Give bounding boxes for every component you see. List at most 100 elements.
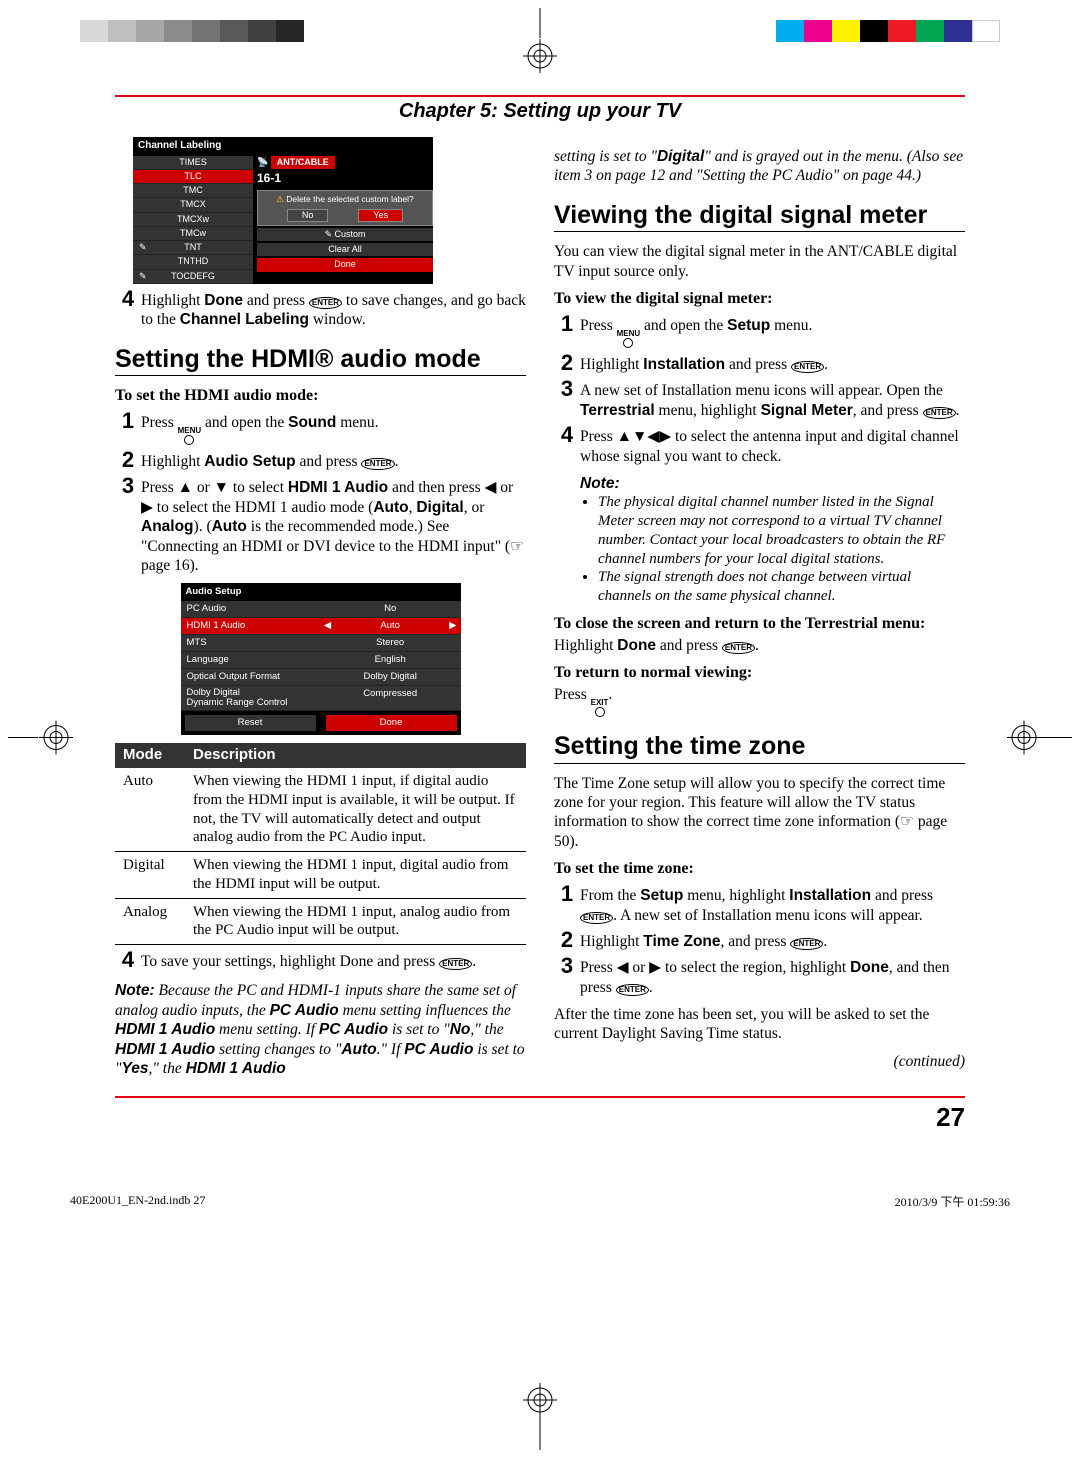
row-value: Dolby Digital xyxy=(326,671,455,683)
continued-label: (continued) xyxy=(554,1052,965,1071)
table-header: Description xyxy=(185,743,526,768)
reset-button: Reset xyxy=(185,715,316,731)
step-3: 3Press ▲ or ▼ to select HDMI 1 Audio and… xyxy=(115,475,526,575)
row-label: MTS xyxy=(187,637,326,649)
subheading: To return to normal viewing: xyxy=(554,663,965,683)
audio-setup-screenshot: Audio Setup PC AudioNo HDMI 1 Audio◀Auto… xyxy=(181,583,461,735)
table-cell: Analog xyxy=(115,898,185,945)
channel-number: 16-1 xyxy=(257,171,433,186)
page-content: Chapter 5: Setting up your TV Channel La… xyxy=(115,95,965,1133)
list-item: The physical digital channel number list… xyxy=(598,493,965,568)
list-item: TIMES xyxy=(133,156,253,170)
step-1: 1Press MENU and open the Sound menu. xyxy=(115,410,526,445)
page-number: 27 xyxy=(115,1102,965,1133)
enter-icon: ENTER xyxy=(791,361,824,373)
print-footer: 40E200U1_EN-2nd.indb 27 2010/3/9 下午 01:5… xyxy=(70,1193,1010,1210)
body-text: The Time Zone setup will allow you to sp… xyxy=(554,774,965,852)
list-item: The signal strength does not change betw… xyxy=(598,568,965,606)
row-value: No xyxy=(326,603,455,615)
enter-icon: ENTER xyxy=(616,984,649,996)
note-text: Note: Because the PC and HDMI-1 inputs s… xyxy=(115,981,526,1078)
row-value: ◀Auto▶ xyxy=(326,620,455,632)
menu-icon: MENU xyxy=(617,330,641,348)
registration-mark-right xyxy=(1002,712,1072,767)
section-hdmi-audio: Setting the HDMI® audio mode xyxy=(115,346,526,377)
section-signal-meter: Viewing the digital signal meter xyxy=(554,202,965,233)
body-text: Highlight Done and press ENTER. xyxy=(554,636,965,655)
calibration-bar-right xyxy=(776,20,1000,42)
row-label: PC Audio xyxy=(187,603,326,615)
list-item: TMCw xyxy=(133,227,253,241)
column-right: setting is set to "Digital" and is graye… xyxy=(554,137,965,1078)
enter-icon: ENTER xyxy=(923,407,956,419)
step-1: 1Press MENU and open the Setup menu. xyxy=(554,313,965,348)
enter-icon: ENTER xyxy=(722,642,755,654)
step-3: 3Press ◀ or ▶ to select the region, high… xyxy=(554,955,965,997)
custom-option: ✎ Custom xyxy=(257,228,433,241)
list-item: TLC xyxy=(133,170,253,184)
note-continuation: setting is set to "Digital" and is graye… xyxy=(554,147,965,186)
row-value: English xyxy=(326,654,455,666)
footer-file: 40E200U1_EN-2nd.indb 27 xyxy=(70,1193,205,1210)
enter-icon: ENTER xyxy=(309,297,342,309)
table-cell: When viewing the HDMI 1 input, if digita… xyxy=(185,768,526,852)
enter-icon: ENTER xyxy=(439,958,472,970)
list-item: TNT xyxy=(133,241,253,255)
row-label: Dolby DigitalDynamic Range Control xyxy=(187,688,326,709)
subheading: To set the time zone: xyxy=(554,859,965,879)
footer-date: 2010/3/9 下午 01:59:36 xyxy=(895,1193,1010,1210)
channel-labeling-screenshot: Channel Labeling TIMES TLC TMC TMCX TMCX… xyxy=(133,137,433,284)
enter-icon: ENTER xyxy=(361,458,394,470)
section-time-zone: Setting the time zone xyxy=(554,733,965,764)
registration-mark-top xyxy=(515,8,565,78)
step-2: 2Highlight Time Zone, and press ENTER. xyxy=(554,929,965,951)
table-cell: Auto xyxy=(115,768,185,852)
step-4b: 4To save your settings, highlight Done a… xyxy=(115,949,526,971)
no-button: No xyxy=(287,209,329,222)
table-cell: When viewing the HDMI 1 input, analog au… xyxy=(185,898,526,945)
delete-dialog: ⚠ Delete the selected custom label? No Y… xyxy=(257,190,433,226)
done-button: Done xyxy=(326,715,457,731)
row-value: Compressed xyxy=(326,688,455,709)
ss-title: Audio Setup xyxy=(181,583,461,601)
table-cell: Digital xyxy=(115,852,185,899)
subheading: To close the screen and return to the Te… xyxy=(554,614,965,634)
body-text: You can view the digital signal meter in… xyxy=(554,242,965,281)
exit-icon: EXIT xyxy=(591,699,609,717)
subheading: To view the digital signal meter: xyxy=(554,289,965,309)
mode-table: ModeDescription AutoWhen viewing the HDM… xyxy=(115,743,526,945)
list-item: TMCX xyxy=(133,198,253,212)
registration-mark-bottom xyxy=(515,1380,565,1450)
step-2: 2Highlight Installation and press ENTER. xyxy=(554,352,965,374)
registration-mark-left xyxy=(8,712,78,767)
calibration-bar-left xyxy=(80,20,304,42)
step-4: 4Press ▲▼◀▶ to select the antenna input … xyxy=(554,424,965,466)
row-label: Language xyxy=(187,654,326,666)
ant-label: ANT/CABLE xyxy=(271,156,335,169)
note-list: The physical digital channel number list… xyxy=(580,493,965,606)
list-item: TMC xyxy=(133,184,253,198)
list-item: TMCXw xyxy=(133,213,253,227)
dialog-text: Delete the selected custom label? xyxy=(286,194,414,204)
step-2: 2Highlight Audio Setup and press ENTER. xyxy=(115,449,526,471)
ss-title: Channel Labeling xyxy=(133,137,433,156)
step-3: 3A new set of Installation menu icons wi… xyxy=(554,378,965,420)
note-label: Note: xyxy=(580,475,620,492)
enter-icon: ENTER xyxy=(580,912,613,924)
list-item: TNTHD xyxy=(133,255,253,269)
row-value: Stereo xyxy=(326,637,455,649)
body-text: Press EXIT. xyxy=(554,685,965,717)
chapter-title: Chapter 5: Setting up your TV xyxy=(115,100,965,123)
list-item: TOCDEFG xyxy=(133,270,253,284)
table-header: Mode xyxy=(115,743,185,768)
done-option: Done xyxy=(257,258,433,271)
row-label: Optical Output Format xyxy=(187,671,326,683)
column-left: Channel Labeling TIMES TLC TMC TMCX TMCX… xyxy=(115,137,526,1078)
subheading: To set the HDMI audio mode: xyxy=(115,386,526,406)
menu-icon: MENU xyxy=(178,427,202,445)
clear-option: Clear All xyxy=(257,243,433,256)
header-rule xyxy=(115,95,965,97)
yes-button: Yes xyxy=(358,209,403,222)
enter-icon: ENTER xyxy=(790,938,823,950)
step-1: 1From the Setup menu, highlight Installa… xyxy=(554,883,965,925)
